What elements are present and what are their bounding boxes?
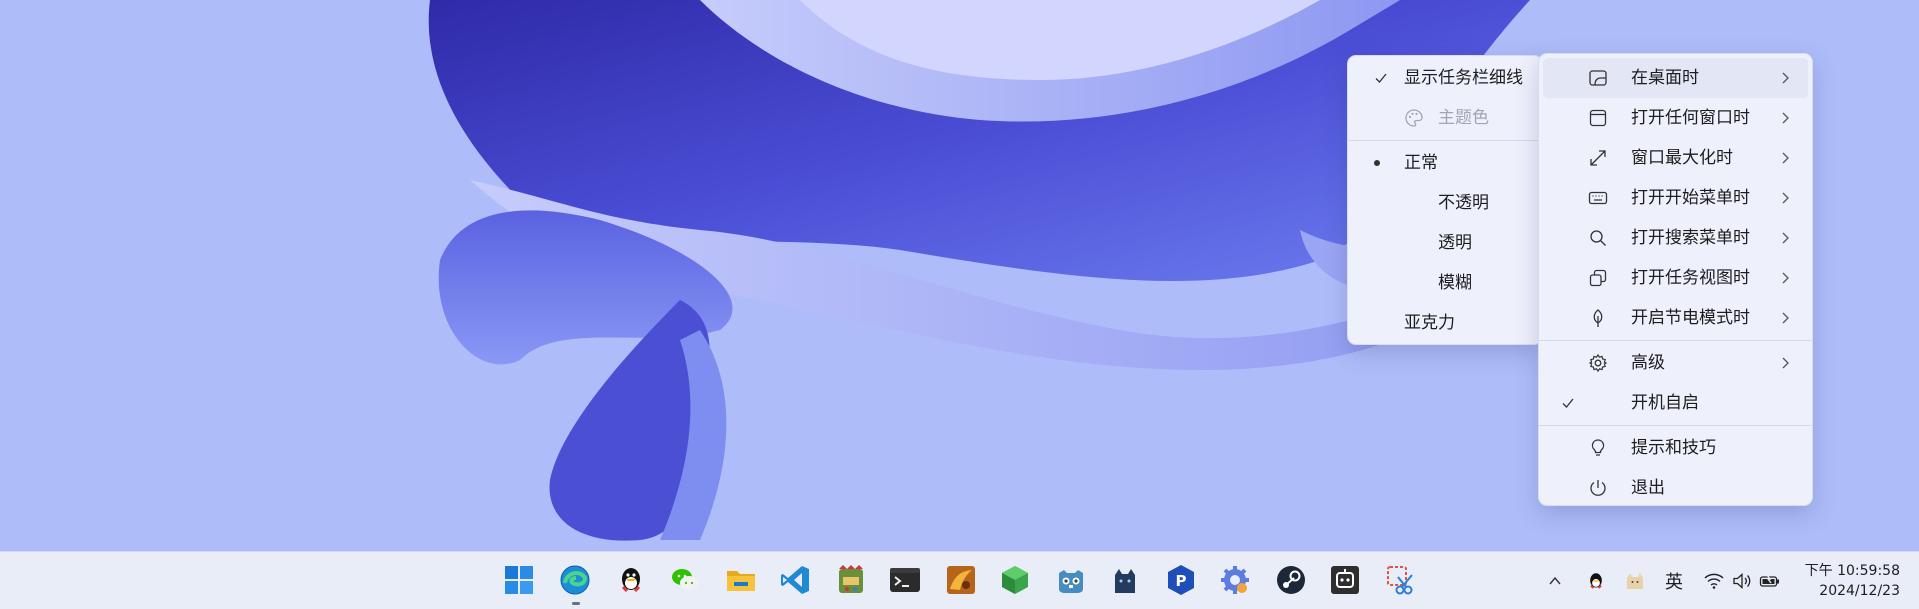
separator [1348,140,1542,141]
game-app-icon[interactable] [834,563,868,597]
keyboard-icon [1588,191,1608,205]
chevron-right-icon [1782,192,1789,204]
menu-item-label: 退出 [1631,478,1665,498]
menu-item-power-saving[interactable]: 开启节电模式时 [1543,298,1808,338]
chevron-right-icon [1782,232,1789,244]
menu-item-label: 打开搜索菜单时 [1631,228,1750,248]
separator [1539,340,1812,341]
menu-item-maximized[interactable]: 窗口最大化时 [1543,138,1808,178]
submenu-item-theme-color[interactable]: 主题色 [1352,98,1538,138]
system-clock[interactable]: 下午 10:59:58 2024/12/23 [1790,561,1900,601]
godot-icon[interactable] [1054,563,1088,597]
palette-icon [1405,109,1423,127]
tray-qq-icon[interactable] [1582,565,1610,597]
radio-dot-icon [1374,160,1380,166]
submenu-item-transparent[interactable]: 透明 [1352,223,1538,263]
ime-indicator[interactable]: 英 [1660,565,1688,597]
menu-item-exit[interactable]: 退出 [1543,468,1808,508]
chevron-right-icon [1782,272,1789,284]
menu-item-label: 开启节电模式时 [1631,308,1750,328]
submenu-item-label: 透明 [1438,233,1472,253]
submenu-item-normal[interactable]: 正常 [1352,143,1538,183]
clock-date: 2024/12/23 [1819,583,1900,599]
menu-item-search-menu[interactable]: 打开搜索菜单时 [1543,218,1808,258]
menu-item-autostart[interactable]: 开机自启 [1543,383,1808,423]
menu-item-advanced[interactable]: 高级 [1543,343,1808,383]
menu-item-label: 在桌面时 [1631,68,1699,88]
menu-item-label: 窗口最大化时 [1631,148,1733,168]
terminal-icon[interactable] [888,563,922,597]
submenu-item-label: 主题色 [1438,108,1489,128]
menu-item-any-window[interactable]: 打开任何窗口时 [1543,98,1808,138]
menu-item-task-view[interactable]: 打开任务视图时 [1543,258,1808,298]
wechat-icon[interactable] [668,563,702,597]
green-cube-icon[interactable] [998,563,1032,597]
running-indicator [572,602,580,605]
taskbar: P 英 下午 10:59:58 2024/12/23 [0,551,1919,609]
chevron-right-icon [1782,357,1789,369]
snipping-tool-icon[interactable] [1384,563,1418,597]
bot-app-icon[interactable] [1328,563,1362,597]
submenu-item-acrylic[interactable]: 亚克力 [1352,303,1538,343]
taskbar-style-submenu: 显示任务栏细线 主题色 正常 不透明 透明 模糊 亚克力 [1347,55,1543,345]
menu-item-label: 提示和技巧 [1631,438,1716,458]
menu-item-label: 打开任何窗口时 [1631,108,1750,128]
edge-icon[interactable] [558,563,592,597]
image-app-icon[interactable] [944,563,978,597]
start-button-icon[interactable] [502,563,536,597]
submenu-item-label: 不透明 [1438,193,1489,213]
window-icon [1589,109,1607,127]
menu-item-on-desktop[interactable]: 在桌面时 [1543,58,1808,98]
submenu-item-opaque[interactable]: 不透明 [1352,183,1538,223]
lightbulb-icon [1591,439,1605,456]
submenu-item-label: 正常 [1404,153,1438,173]
wifi-icon[interactable] [1702,565,1726,597]
search-icon [1590,230,1606,246]
p-app-icon[interactable]: P [1164,563,1198,597]
qq-icon[interactable] [614,563,648,597]
chevron-right-icon [1782,112,1789,124]
submenu-item-blur[interactable]: 模糊 [1352,263,1538,303]
chevron-right-icon [1782,152,1789,164]
gear-icon [1588,353,1608,373]
battery-icon[interactable] [1758,565,1782,597]
menu-item-label: 高级 [1631,353,1665,373]
task-view-icon [1589,269,1607,287]
steam-icon[interactable] [1274,563,1308,597]
chevron-right-icon [1782,312,1789,324]
submenu-item-label: 模糊 [1438,273,1472,293]
file-explorer-icon[interactable] [724,563,758,597]
menu-item-tips[interactable]: 提示和技巧 [1543,428,1808,468]
desktop-icon [1589,70,1607,86]
maximize-icon [1590,150,1606,166]
volume-icon[interactable] [1730,565,1754,597]
submenu-item-label: 亚克力 [1404,313,1455,333]
tray-context-menu: 在桌面时 打开任何窗口时 窗口最大化时 打开开始菜单时 打开搜索菜单时 打开任务… [1538,53,1813,506]
show-hidden-icons-chevron-icon[interactable] [1543,565,1567,597]
settings-app-icon[interactable] [1218,563,1252,597]
vscode-icon[interactable] [778,563,812,597]
tray-cat-icon[interactable] [1621,565,1649,597]
menu-item-label: 打开开始菜单时 [1631,188,1750,208]
power-icon [1590,480,1606,496]
separator [1539,425,1812,426]
menu-item-start-menu[interactable]: 打开开始菜单时 [1543,178,1808,218]
submenu-item-label: 显示任务栏细线 [1404,68,1523,88]
checkmark-icon [1562,398,1574,408]
svg-text:P: P [1176,572,1187,590]
chevron-right-icon [1782,72,1789,84]
leaf-icon [1593,309,1603,327]
menu-item-label: 打开任务视图时 [1631,268,1750,288]
clock-time: 下午 10:59:58 [1804,563,1900,579]
submenu-item-show-line[interactable]: 显示任务栏细线 [1352,58,1538,98]
menu-item-label: 开机自启 [1631,393,1699,413]
checkmark-icon [1375,73,1387,83]
cat-app-icon[interactable] [1108,563,1142,597]
